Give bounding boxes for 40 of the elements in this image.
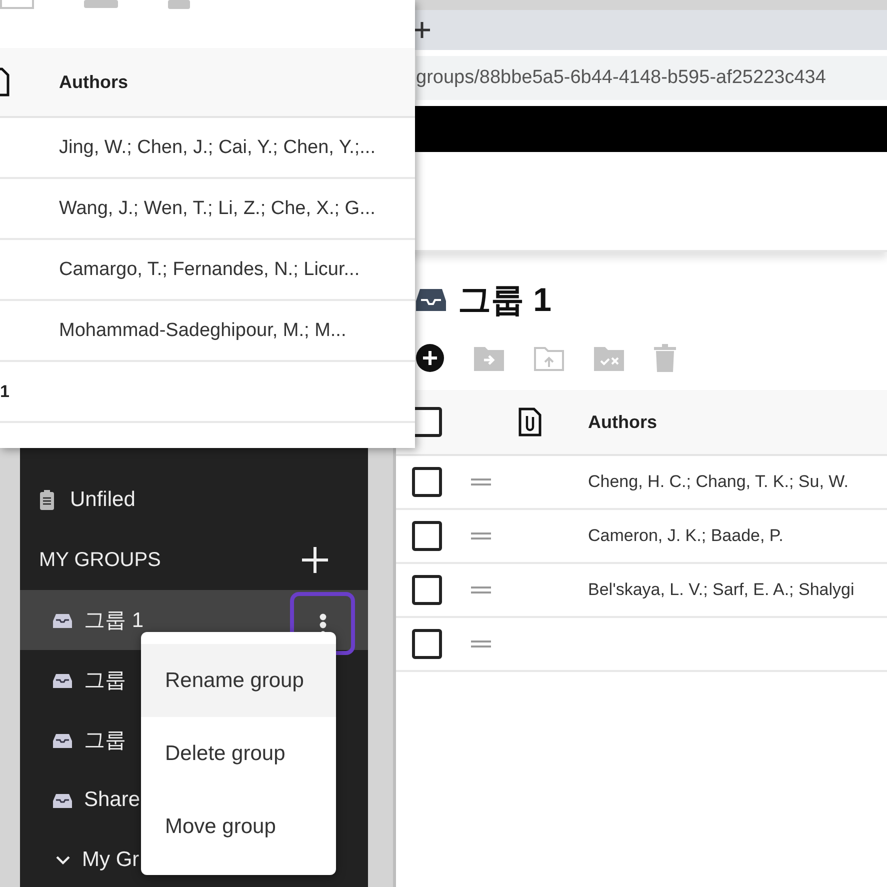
- drag-handle-icon[interactable]: [471, 640, 491, 648]
- group-label[interactable]: Share: [84, 788, 140, 812]
- section-heading: MY GROUPS: [39, 548, 161, 572]
- plus-icon[interactable]: [302, 547, 328, 573]
- authors-cell: Camargo, T.; Fernandes, N.; Licur...: [59, 258, 360, 280]
- inbox-icon: [53, 612, 72, 628]
- title-cell: 1: [0, 382, 10, 402]
- drag-handle-icon[interactable]: [471, 478, 491, 486]
- group-label[interactable]: 그룹: [84, 666, 126, 694]
- menu-item[interactable]: Move group: [141, 790, 336, 863]
- tree-item[interactable]: My Gr: [82, 848, 140, 872]
- address-bar[interactable]: groups/88bbe5a5-6b44-4148-b595-af25223c434: [416, 56, 887, 100]
- column-header[interactable]: Authors: [59, 72, 128, 92]
- authors-cell: Cameron, J. K.; Baade, P.: [588, 526, 784, 546]
- drag-handle-icon[interactable]: [471, 532, 491, 540]
- row-checkbox[interactable]: [412, 521, 442, 551]
- authors-cell: Cheng, H. C.; Chang, T. K.; Su, W.: [588, 472, 848, 492]
- menu-item[interactable]: Delete group: [141, 717, 336, 790]
- authors-cell: Bel'skaya, L. V.; Sarf, E. A.; Shalygi: [588, 580, 854, 600]
- clipboard-icon: [40, 490, 54, 510]
- row-checkbox[interactable]: [412, 629, 442, 659]
- group-label[interactable]: 그룹: [84, 726, 126, 754]
- authors-cell: Jing, W.; Chen, J.; Cai, Y.; Chen, Y.;...: [59, 136, 376, 158]
- add-icon[interactable]: [416, 344, 444, 372]
- authors-cell: Mohammad-Sadeghipour, M.; M...: [59, 320, 346, 342]
- row-checkbox[interactable]: [412, 575, 442, 605]
- authors-cell: Wang, J.; Wen, T.; Li, Z.; Che, X.; G...: [59, 198, 376, 220]
- folder-arrow-icon[interactable]: [474, 345, 504, 371]
- inbox-icon: [53, 732, 72, 748]
- menu-item[interactable]: Rename group: [141, 644, 336, 717]
- drag-handle-icon[interactable]: [471, 586, 491, 594]
- row-checkbox[interactable]: [412, 467, 442, 497]
- select-all-checkbox[interactable]: [412, 407, 442, 437]
- column-header[interactable]: Authors: [588, 412, 657, 432]
- group-title: 그룹 1: [458, 280, 552, 320]
- inbox-icon: [53, 672, 72, 688]
- group-label[interactable]: 그룹 1: [84, 606, 144, 634]
- inbox-icon: [53, 792, 72, 808]
- sidebar-item[interactable]: Unfiled: [70, 488, 136, 512]
- new-tab-icon[interactable]: [412, 20, 432, 40]
